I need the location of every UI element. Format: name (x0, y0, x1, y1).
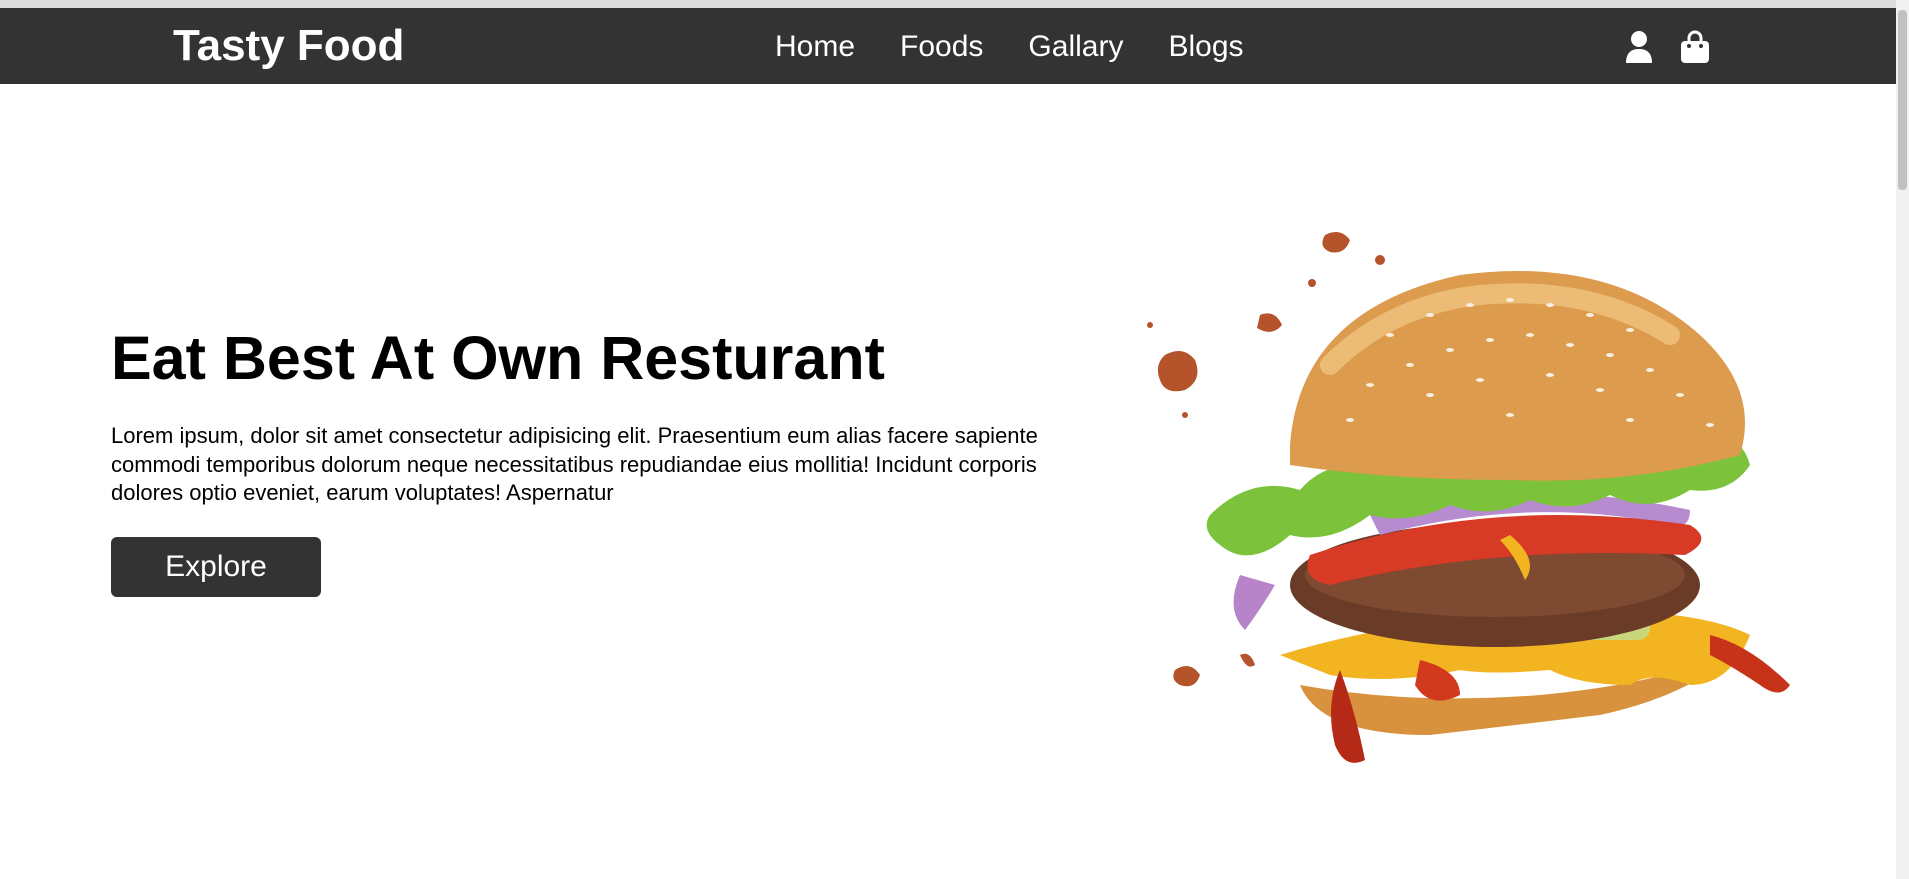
nav-icons (1624, 30, 1710, 64)
logo[interactable]: Tasty Food (173, 22, 404, 70)
burger-image (1147, 231, 1790, 763)
user-icon[interactable] (1624, 30, 1654, 64)
explore-button[interactable]: Explore (111, 537, 321, 597)
hero-title: Eat Best At Own Resturant (111, 324, 885, 392)
nav-link-blogs[interactable]: Blogs (1168, 30, 1243, 64)
shopping-bag-icon[interactable] (1680, 30, 1710, 64)
browser-top-strip (0, 0, 1896, 8)
nav-links: Home Foods Gallary Blogs (775, 30, 1244, 64)
scrollbar-thumb[interactable] (1898, 10, 1907, 190)
top-bun (1290, 271, 1745, 481)
nav-link-gallary[interactable]: Gallary (1028, 30, 1123, 64)
navbar: Tasty Food Home Foods Gallary Blogs (0, 8, 1896, 84)
nav-link-home[interactable]: Home (775, 30, 855, 64)
nav-link-foods[interactable]: Foods (900, 30, 983, 64)
hero-description: Lorem ipsum, dolor sit amet consectetur … (111, 423, 1038, 505)
